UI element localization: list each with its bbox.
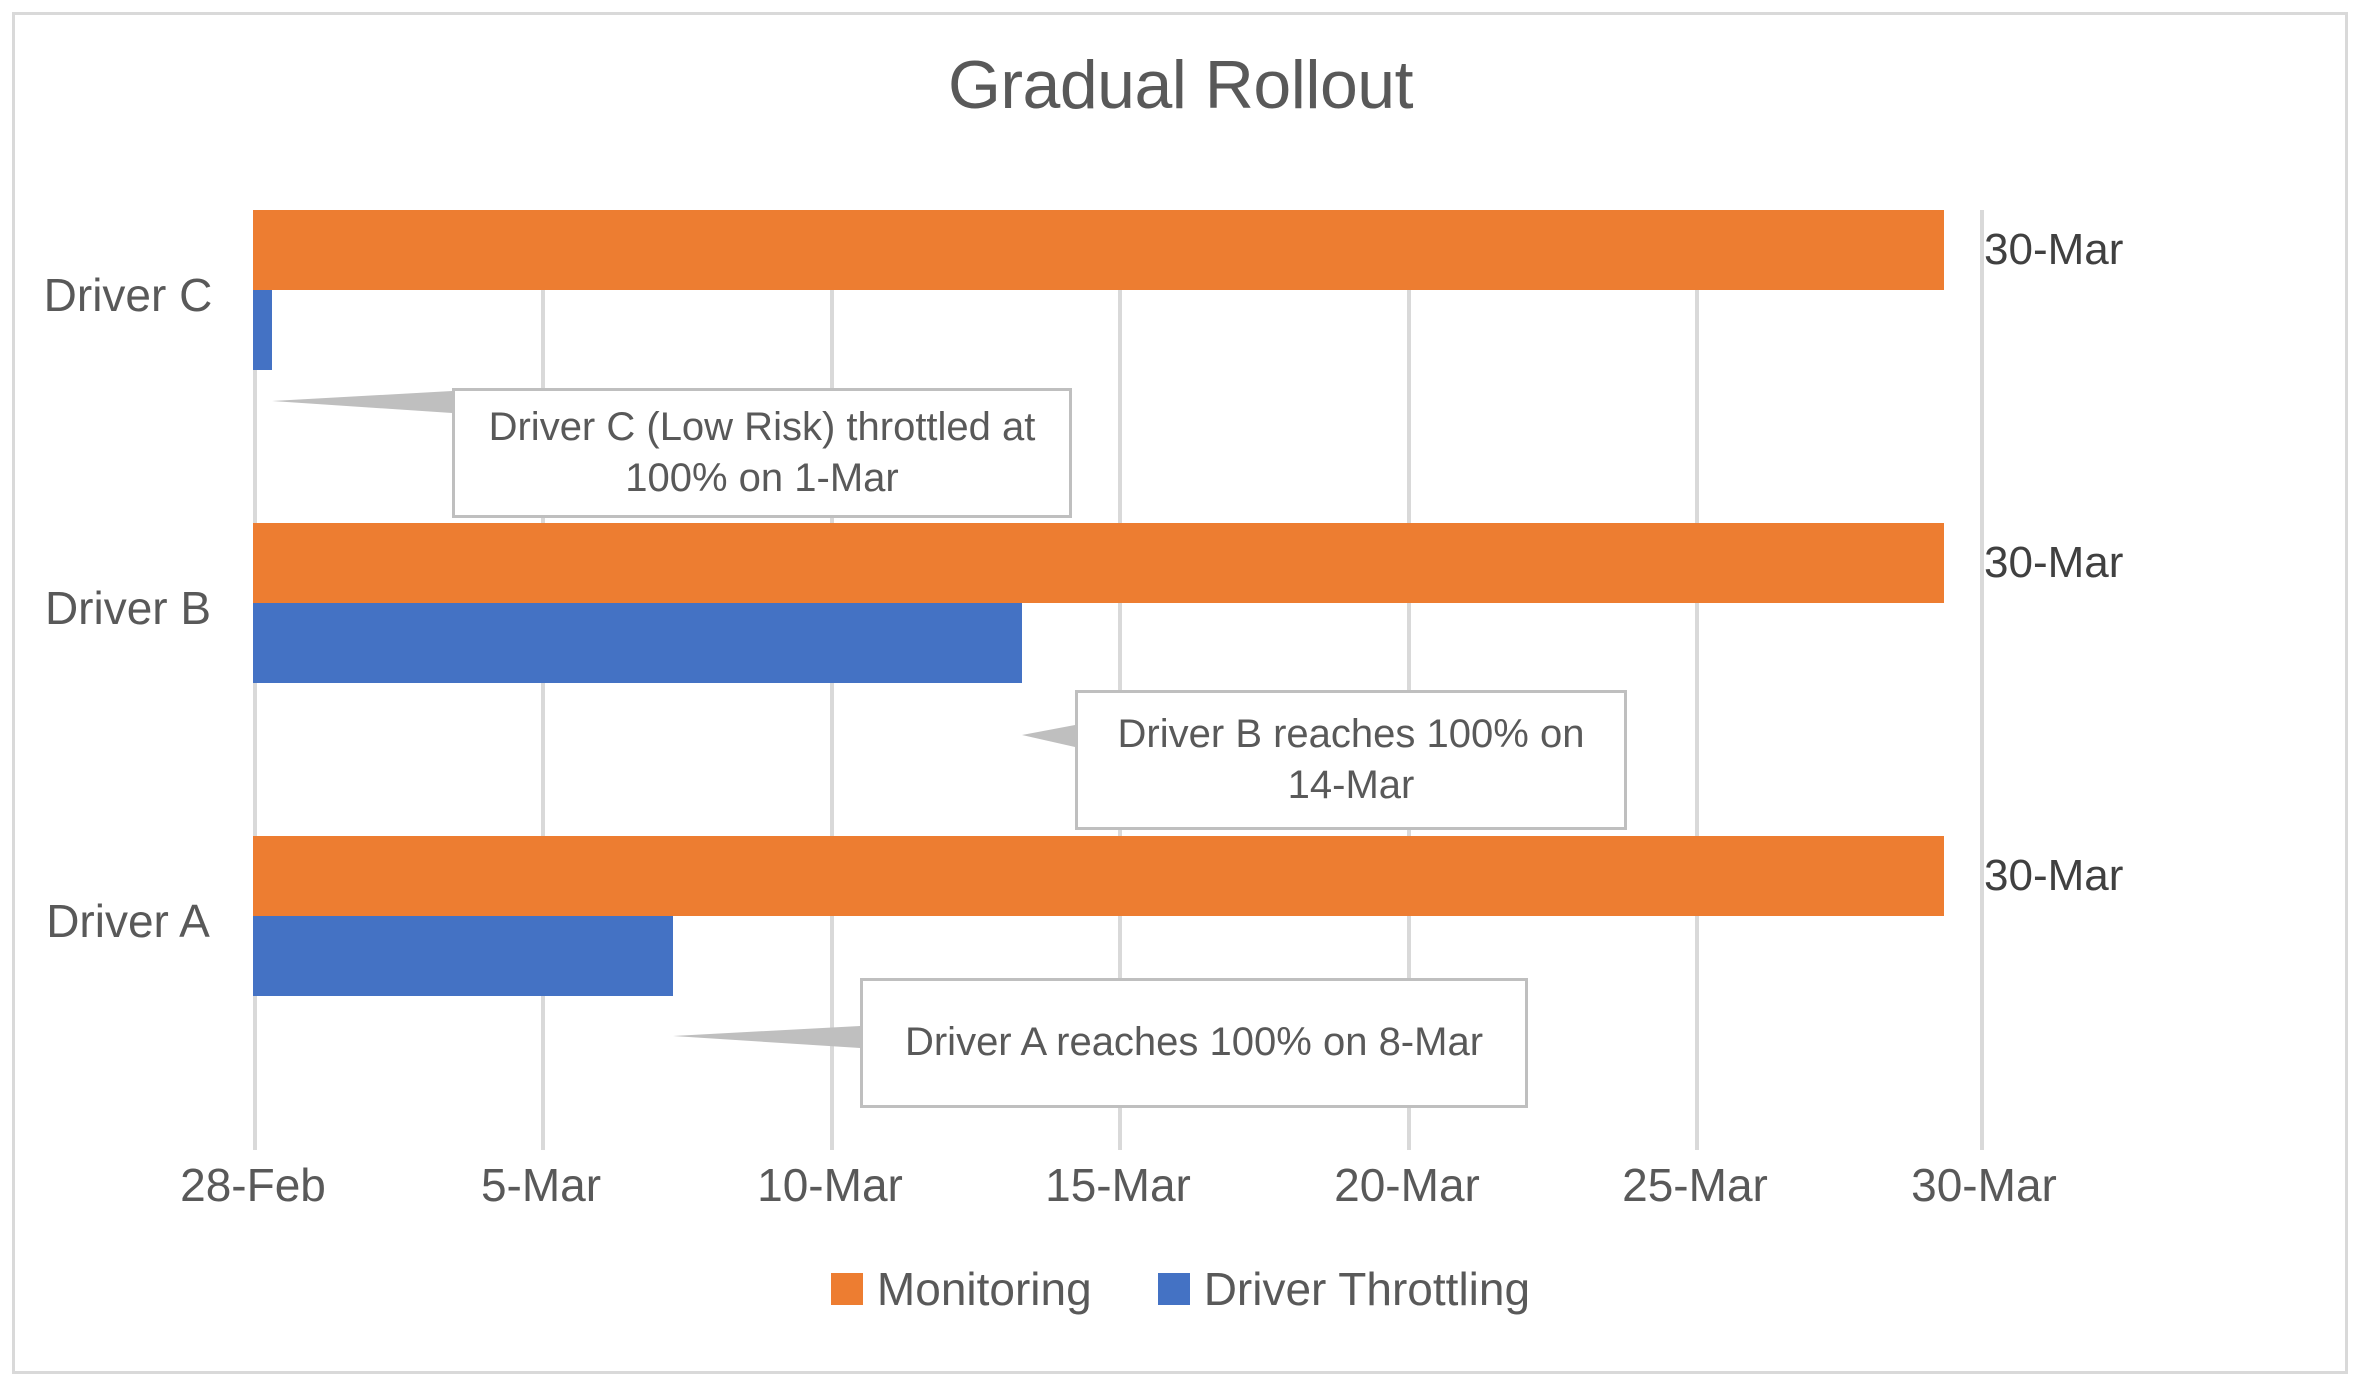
callout-driver-b[interactable]: Driver B reaches 100% on 14-Mar xyxy=(1075,690,1627,830)
callout-driver-a[interactable]: Driver A reaches 100% on 8-Mar xyxy=(860,978,1528,1108)
chart-container: Gradual Rollout Driver C Driver B Driver… xyxy=(0,0,2361,1388)
callout-driver-c[interactable]: Driver C (Low Risk) throttled at 100% on… xyxy=(452,388,1072,518)
